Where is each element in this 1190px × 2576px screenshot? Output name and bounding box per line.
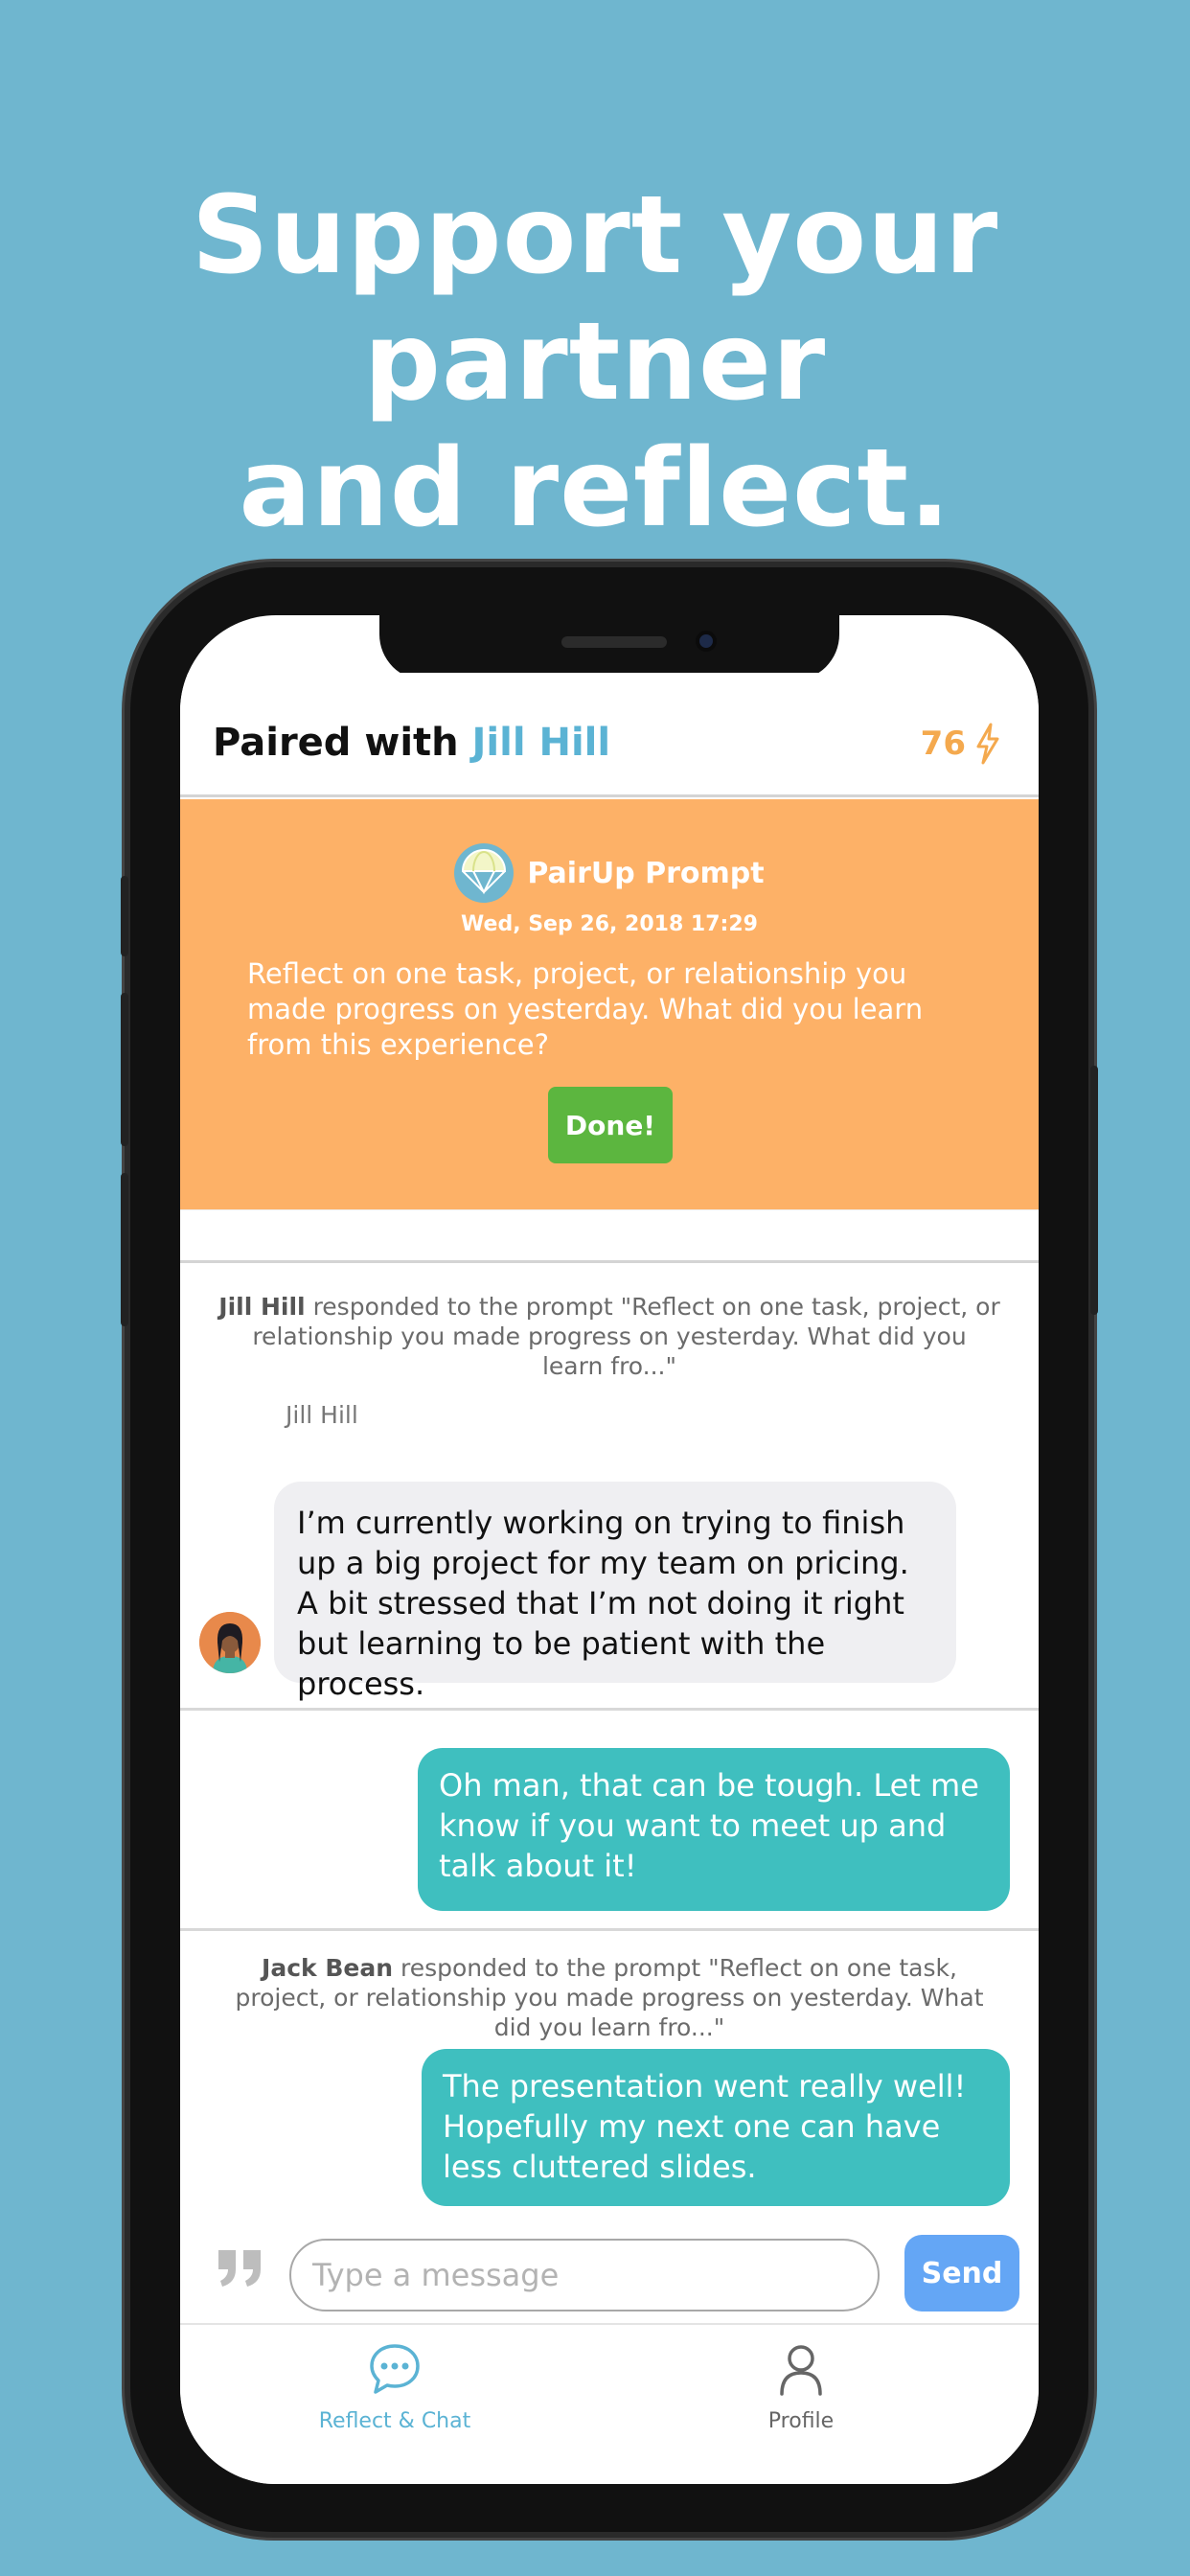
- chat-bubble-icon: [370, 2344, 420, 2394]
- tab-bar: Reflect & Chat Profile: [180, 2323, 1039, 2484]
- partner-name[interactable]: Jill Hill: [472, 721, 611, 765]
- energy-score[interactable]: 76: [921, 723, 1000, 765]
- tab-reflect-chat[interactable]: Reflect & Chat: [270, 2340, 519, 2433]
- prompt-title-row: PairUp Prompt: [180, 843, 1039, 903]
- phone-screen: Paired with Jill Hill 76 PairUp Prompt W…: [180, 615, 1039, 2484]
- person-icon: [780, 2345, 822, 2396]
- prompt-title: PairUp Prompt: [527, 856, 765, 890]
- tab-profile[interactable]: Profile: [676, 2340, 926, 2433]
- score-value: 76: [920, 724, 966, 763]
- headline-line-1: Support your partner: [191, 173, 999, 425]
- sender-label: Jill Hill: [286, 1401, 358, 1429]
- prompt-date: Wed, Sep 26, 2018 17:29: [461, 912, 758, 936]
- lightning-icon: [976, 723, 999, 765]
- section-spacer: [180, 1209, 1039, 1263]
- parachute-icon: [454, 843, 515, 903]
- chat-header: Paired with Jill Hill 76: [180, 673, 1039, 797]
- phone-frame: Paired with Jill Hill 76 PairUp Prompt W…: [121, 567, 1098, 2532]
- incoming-message[interactable]: I’m currently working on trying to finis…: [274, 1482, 956, 1702]
- mute-switch: [121, 876, 128, 956]
- tab-label: Profile: [767, 2409, 835, 2433]
- prompt-card: PairUp Prompt Wed, Sep 26, 2018 17:29 Re…: [180, 799, 1039, 1209]
- responder-name: Jill Hill: [218, 1293, 306, 1321]
- message-divider: [180, 1928, 1039, 1931]
- tab-label: Reflect & Chat: [318, 2409, 471, 2433]
- message-input[interactable]: [289, 2239, 880, 2312]
- responder-name: Jack Bean: [262, 1954, 394, 1982]
- outgoing-message[interactable]: Oh man, that can be tough. Let me know i…: [418, 1748, 1010, 1911]
- message-composer: Send: [180, 2218, 1039, 2323]
- speaker-grille: [561, 636, 667, 648]
- avatar-icon: [199, 1612, 261, 1673]
- power-button: [1090, 1066, 1098, 1315]
- paired-with-label: Paired with: [213, 721, 472, 765]
- prompt-response-notice: Jill Hill responded to the prompt "Refle…: [218, 1292, 1000, 1381]
- volume-up-button: [121, 993, 128, 1146]
- quote-icon[interactable]: [215, 2242, 266, 2294]
- paired-with-title: Paired with Jill Hill: [213, 721, 610, 765]
- volume-down-button: [121, 1173, 128, 1326]
- front-camera: [696, 631, 717, 652]
- done-button[interactable]: Done!: [548, 1087, 673, 1163]
- send-button[interactable]: Send: [904, 2235, 1019, 2312]
- notch: [379, 615, 839, 680]
- message-divider: [180, 1708, 1039, 1711]
- avatar[interactable]: [199, 1612, 261, 1673]
- outgoing-message[interactable]: The presentation went really well! Hopef…: [422, 2049, 1010, 2206]
- prompt-text: Reflect on one task, project, or relatio…: [247, 957, 924, 1061]
- response-notice-text: responded to the prompt "Reflect on one …: [252, 1293, 1000, 1380]
- headline: Support your partner and reflect.: [0, 172, 1190, 552]
- prompt-response-notice: Jack Bean responded to the prompt "Refle…: [218, 1953, 1000, 2042]
- headline-line-2: and reflect.: [239, 426, 951, 551]
